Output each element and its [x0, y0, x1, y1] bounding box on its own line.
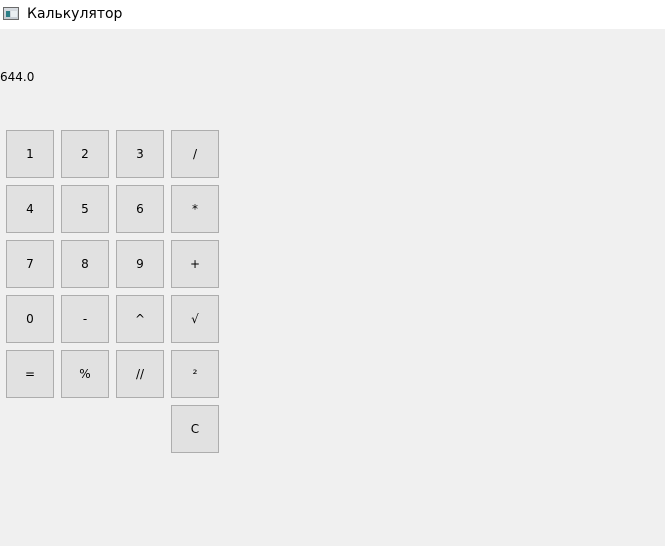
- equals-button[interactable]: =: [6, 350, 54, 398]
- digit-4-button[interactable]: 4: [6, 185, 54, 233]
- digit-6-button[interactable]: 6: [116, 185, 164, 233]
- digit-1-button[interactable]: 1: [6, 130, 54, 178]
- floor-divide-button[interactable]: //: [116, 350, 164, 398]
- add-button[interactable]: +: [171, 240, 219, 288]
- window-title: Калькулятор: [27, 6, 123, 22]
- digit-5-button[interactable]: 5: [61, 185, 109, 233]
- calculator-window: Калькулятор 644.0 1 2 3 / 4 5 6 * 7 8 9 …: [0, 0, 665, 546]
- divide-button[interactable]: /: [171, 130, 219, 178]
- digit-9-button[interactable]: 9: [116, 240, 164, 288]
- digit-8-button[interactable]: 8: [61, 240, 109, 288]
- digit-0-button[interactable]: 0: [6, 295, 54, 343]
- app-window-icon: [3, 7, 19, 20]
- subtract-button[interactable]: -: [61, 295, 109, 343]
- multiply-button[interactable]: *: [171, 185, 219, 233]
- digit-2-button[interactable]: 2: [61, 130, 109, 178]
- clear-button[interactable]: C: [171, 405, 219, 453]
- percent-button[interactable]: %: [61, 350, 109, 398]
- power-button[interactable]: ^: [116, 295, 164, 343]
- square-root-button[interactable]: √: [171, 295, 219, 343]
- title-bar: Калькулятор: [0, 0, 665, 29]
- result-display: 644.0: [0, 70, 35, 84]
- square-button[interactable]: ²: [171, 350, 219, 398]
- digit-7-button[interactable]: 7: [6, 240, 54, 288]
- digit-3-button[interactable]: 3: [116, 130, 164, 178]
